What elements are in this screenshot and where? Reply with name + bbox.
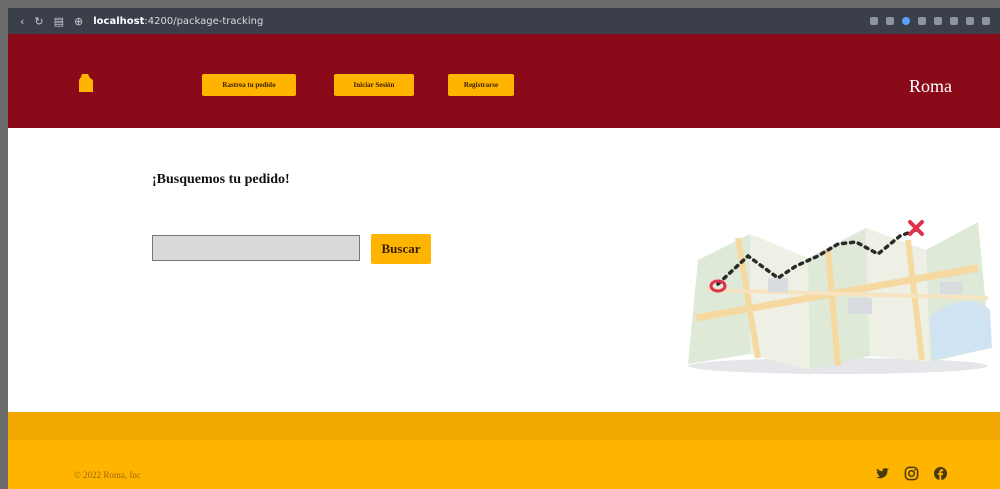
- instagram-icon[interactable]: [904, 466, 919, 481]
- profile-icon[interactable]: [902, 17, 910, 25]
- menu-icon[interactable]: [982, 17, 990, 25]
- extension-icon[interactable]: [886, 17, 894, 25]
- nav-register-button[interactable]: Registrarse: [448, 74, 514, 96]
- url-path: :4200/package-tracking: [144, 15, 264, 27]
- search-button[interactable]: Buscar: [371, 234, 431, 264]
- tracking-search-input[interactable]: [152, 235, 360, 261]
- brand-name[interactable]: Roma: [909, 76, 952, 97]
- browser-toolbar: ‹ ↻ ▤ ⊕ localhost:4200/package-tracking: [8, 8, 1000, 34]
- site-header: Rastrea tu pedido Iniciar Sesión Registr…: [8, 34, 1000, 128]
- extension-icon[interactable]: [950, 17, 958, 25]
- page-title: ¡Busquemos tu pedido!: [152, 172, 290, 187]
- browser-extensions: [870, 17, 990, 25]
- back-icon[interactable]: ‹: [20, 15, 24, 28]
- bookmarks-icon[interactable]: ▤: [54, 15, 64, 28]
- social-links: [875, 466, 948, 481]
- footer-divider-band: [8, 412, 1000, 440]
- facebook-icon[interactable]: [933, 466, 948, 481]
- main-content: ¡Busquemos tu pedido! Buscar: [8, 128, 1000, 412]
- reload-icon[interactable]: ↻: [34, 15, 43, 28]
- map-illustration: [688, 220, 992, 374]
- url-host: localhost: [93, 15, 145, 27]
- copyright-text: © 2022 Roma, Inc: [74, 470, 141, 480]
- address-bar[interactable]: localhost:4200/package-tracking: [93, 16, 263, 27]
- nav-login-button[interactable]: Iniciar Sesión: [334, 74, 414, 96]
- site-info-icon[interactable]: ⊕: [74, 15, 83, 28]
- download-icon[interactable]: [966, 17, 974, 25]
- twitter-icon[interactable]: [875, 466, 890, 481]
- logo-icon[interactable]: [79, 74, 93, 92]
- nav-track-order-button[interactable]: Rastrea tu pedido: [202, 74, 296, 96]
- extension-icon[interactable]: [934, 17, 942, 25]
- browser-window: ‹ ↻ ▤ ⊕ localhost:4200/package-tracking …: [8, 8, 1000, 489]
- extension-icon[interactable]: [918, 17, 926, 25]
- site-footer: © 2022 Roma, Inc: [8, 440, 1000, 489]
- extension-icon[interactable]: [870, 17, 878, 25]
